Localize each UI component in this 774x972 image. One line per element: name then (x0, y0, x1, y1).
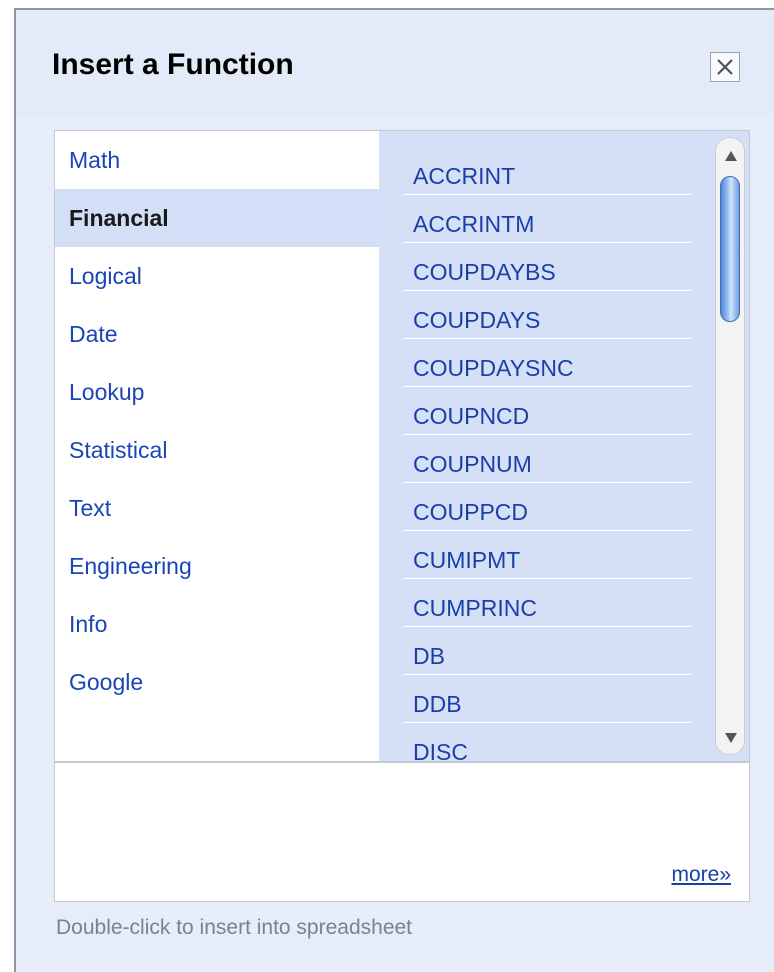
category-item-lookup[interactable]: Lookup (55, 363, 379, 421)
function-list-panel: ACCRINT ACCRINTM COUPDAYBS COUPDAYS COUPDAYS… (379, 131, 749, 761)
function-item-coupnum[interactable]: COUPNUM (403, 435, 691, 483)
category-item-math[interactable]: Math (55, 131, 379, 189)
close-button[interactable] (710, 52, 740, 82)
function-item-cumprinc[interactable]: CUMPRINC (403, 579, 691, 627)
triangle-up-icon (725, 151, 737, 161)
category-item-logical[interactable]: Logical (55, 247, 379, 305)
category-item-engineering[interactable]: Engineering (55, 537, 379, 595)
category-item-statistical[interactable]: Statistical (55, 421, 379, 479)
function-item-coupdays[interactable]: COUPDAYS (403, 291, 691, 339)
function-item-coupdaysnc[interactable]: COUPDAYSNC (403, 339, 691, 387)
footer-hint: Double-click to insert into spreadsheet (56, 916, 413, 939)
category-item-date[interactable]: Date (55, 305, 379, 363)
function-description: more» (54, 762, 750, 902)
function-item-cumipmt[interactable]: CUMIPMT (403, 531, 691, 579)
category-list: Math Financial Logical Date Lookup Statistica… (55, 131, 379, 761)
function-picker: Math Financial Logical Date Lookup Statistica… (54, 130, 750, 762)
function-item-ddb[interactable]: DDB (403, 675, 691, 723)
function-item-accrint[interactable]: ACCRINT (403, 147, 691, 195)
triangle-down-icon (725, 733, 737, 743)
category-item-info[interactable]: Info (55, 595, 379, 653)
function-item-disc[interactable]: DISC (403, 723, 691, 761)
category-item-google[interactable]: Google (55, 653, 379, 711)
category-item-financial[interactable]: Financial (55, 189, 379, 247)
dialog-title-bar: Insert a Function (16, 10, 774, 116)
function-item-coupncd[interactable]: COUPNCD (403, 387, 691, 435)
scroll-thumb[interactable] (720, 176, 740, 322)
scroll-down-button[interactable] (722, 730, 740, 746)
function-item-couppcd[interactable]: COUPPCD (403, 483, 691, 531)
close-icon (717, 59, 733, 75)
category-item-text[interactable]: Text (55, 479, 379, 537)
dialog-title: Insert a Function (52, 48, 294, 81)
function-item-coupdaybs[interactable]: COUPDAYBS (403, 243, 691, 291)
function-item-accrintm[interactable]: ACCRINTM (403, 195, 691, 243)
function-item-db[interactable]: DB (403, 627, 691, 675)
more-link[interactable]: more» (671, 863, 731, 887)
insert-function-dialog: Insert a Function Math Financial Logical Da… (14, 8, 774, 972)
scroll-up-button[interactable] (722, 148, 740, 164)
function-list-scrollbar[interactable] (715, 137, 745, 755)
